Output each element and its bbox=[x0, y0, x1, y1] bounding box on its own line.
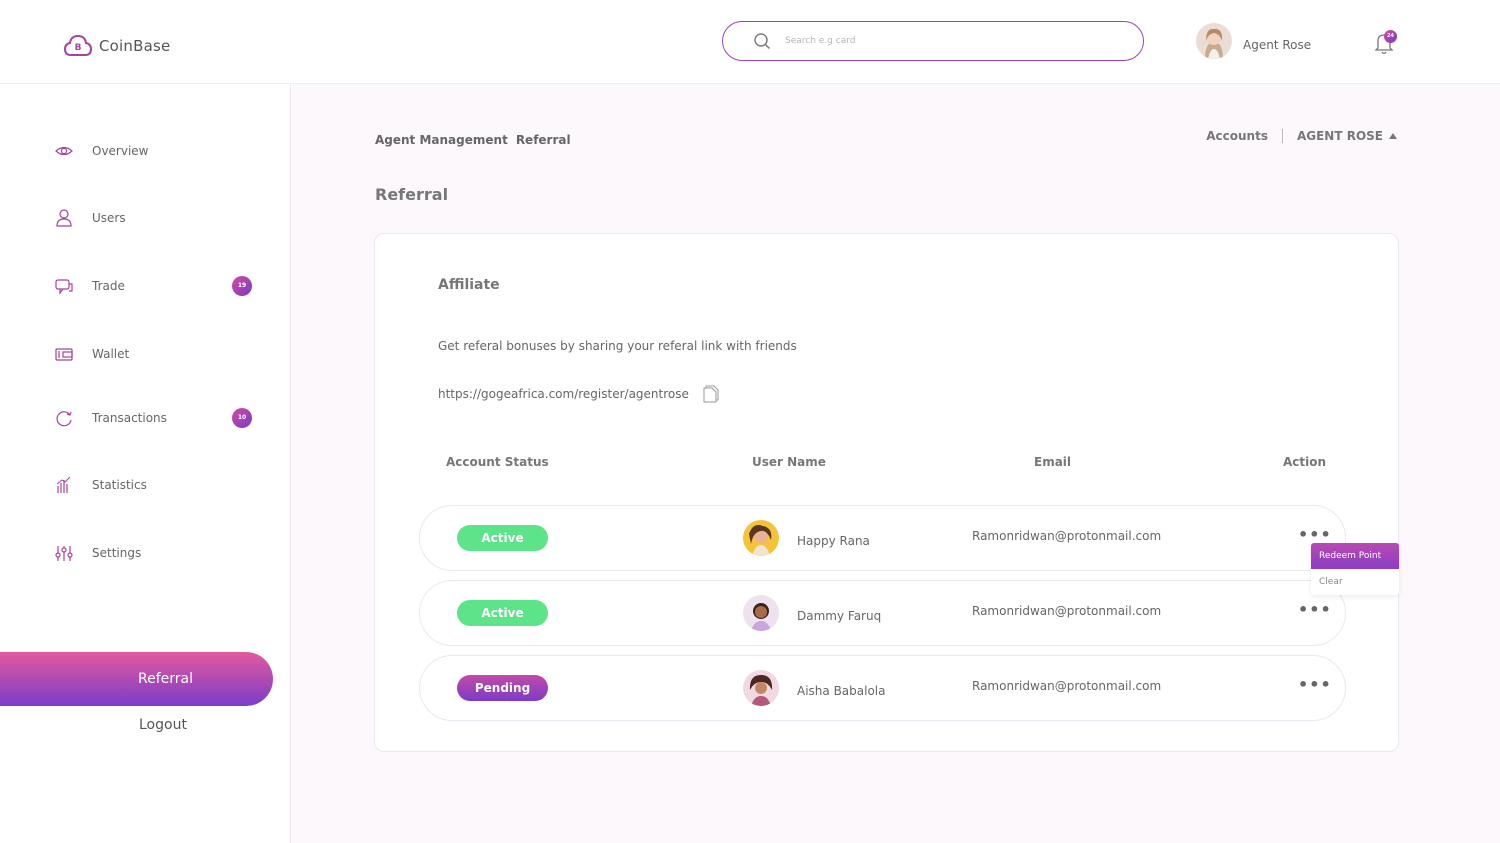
search-bar[interactable] bbox=[722, 21, 1144, 61]
user-name: Aisha Babalola bbox=[797, 684, 886, 698]
wallet-icon bbox=[55, 348, 73, 361]
breadcrumb-parent[interactable]: Agent Management bbox=[375, 133, 508, 147]
status-badge: Pending bbox=[457, 675, 548, 701]
sidebar-item-label: Statistics bbox=[92, 478, 147, 492]
svg-text:B: B bbox=[75, 43, 82, 53]
table-row: Active Dammy Faruq Ramonridwan@protonmai… bbox=[419, 580, 1346, 646]
profile-name: Agent Rose bbox=[1243, 38, 1312, 52]
notification-badge: 24 bbox=[1384, 30, 1397, 43]
table-row: Pending Aisha Babalola Ramonridwan@proto… bbox=[419, 655, 1346, 721]
user-profile[interactable]: Agent Rose bbox=[1196, 23, 1311, 59]
app-name: CoinBase bbox=[99, 37, 171, 55]
page-title: Referral bbox=[375, 185, 449, 204]
sidebar-item-settings[interactable]: Settings bbox=[54, 541, 254, 565]
sidebar-item-users[interactable]: Users bbox=[54, 206, 254, 230]
referral-link-row: https://gogeafrica.com/register/agentros… bbox=[438, 385, 719, 403]
sidebar-item-overview[interactable]: Overview bbox=[54, 139, 254, 163]
search-input[interactable] bbox=[785, 36, 1085, 46]
caret-up-icon[interactable] bbox=[1389, 133, 1397, 139]
main-content: Agent Management Referral Accounts AGENT… bbox=[292, 84, 1500, 843]
accounts-link[interactable]: Accounts bbox=[1206, 129, 1268, 143]
user-name: Dammy Faruq bbox=[797, 609, 882, 623]
column-header-username: User Name bbox=[752, 455, 826, 469]
redeem-point-menu-item[interactable]: Redeem Point bbox=[1311, 543, 1399, 569]
more-actions-icon[interactable]: ••• bbox=[1298, 525, 1332, 544]
sidebar-item-trade[interactable]: Trade 19 bbox=[54, 274, 254, 298]
sidebar-item-wallet[interactable]: Wallet bbox=[54, 342, 254, 366]
sidebar-item-label: Wallet bbox=[92, 347, 130, 361]
avatar bbox=[743, 595, 779, 631]
table-row: Active Happy Rana Ramonridwan@protonmail… bbox=[419, 505, 1346, 571]
sidebar-item-referral[interactable]: Referral bbox=[0, 652, 273, 706]
avatar bbox=[1196, 23, 1232, 59]
sidebar-item-label: Settings bbox=[92, 546, 142, 560]
clear-menu-item[interactable]: Clear bbox=[1311, 569, 1399, 595]
sidebar-item-label: Transactions bbox=[92, 411, 167, 425]
row-action-menu: Redeem Point Clear bbox=[1311, 543, 1399, 595]
breadcrumb: Agent Management Referral bbox=[375, 133, 571, 147]
status-badge: Active bbox=[457, 525, 548, 551]
divider bbox=[1281, 129, 1283, 143]
logout-button[interactable]: Logout bbox=[139, 717, 187, 733]
top-header: B CoinBase Agent Rose 24 bbox=[0, 0, 1500, 84]
bar-chart-icon bbox=[56, 476, 71, 493]
referral-link[interactable]: https://gogeafrica.com/register/agentros… bbox=[438, 387, 689, 401]
sidebar: Overview Users Trade 19 Wallet Transacti… bbox=[0, 84, 291, 843]
app-logo[interactable]: B CoinBase bbox=[63, 33, 170, 59]
coinbase-logo-icon: B bbox=[63, 34, 93, 56]
more-actions-icon[interactable]: ••• bbox=[1298, 675, 1332, 694]
avatar bbox=[743, 670, 779, 706]
account-switcher: Accounts AGENT ROSE bbox=[1206, 129, 1397, 143]
card-title: Affiliate bbox=[438, 277, 500, 293]
status-badge: Active bbox=[457, 600, 548, 626]
avatar bbox=[743, 520, 779, 556]
sidebar-item-statistics[interactable]: Statistics bbox=[54, 473, 254, 497]
copy-icon[interactable] bbox=[703, 385, 719, 403]
user-email: Ramonridwan@protonmail.com bbox=[972, 679, 1162, 693]
chat-icon bbox=[55, 279, 73, 295]
sidebar-item-transactions[interactable]: Transactions 10 bbox=[54, 406, 254, 430]
sidebar-item-label: Trade bbox=[92, 279, 125, 293]
transactions-badge: 10 bbox=[232, 408, 252, 428]
refresh-icon bbox=[56, 411, 72, 427]
card-description: Get referal bonuses by sharing your refe… bbox=[438, 339, 797, 353]
column-header-status: Account Status bbox=[446, 455, 549, 469]
user-icon bbox=[56, 209, 72, 227]
trade-badge: 19 bbox=[232, 276, 252, 296]
breadcrumb-current: Referral bbox=[515, 133, 571, 147]
affiliate-card: Affiliate Get referal bonuses by sharing… bbox=[374, 233, 1399, 752]
sidebar-item-label: Users bbox=[92, 211, 126, 225]
user-email: Ramonridwan@protonmail.com bbox=[972, 604, 1162, 618]
sidebar-item-label: Overview bbox=[92, 144, 149, 158]
user-email: Ramonridwan@protonmail.com bbox=[972, 529, 1162, 543]
column-header-action: Action bbox=[1283, 455, 1327, 469]
search-icon bbox=[754, 33, 770, 49]
column-header-email: Email bbox=[1034, 455, 1072, 469]
more-actions-icon[interactable]: ••• bbox=[1298, 600, 1332, 619]
agent-dropdown[interactable]: AGENT ROSE bbox=[1297, 129, 1383, 143]
sliders-icon bbox=[55, 546, 73, 561]
user-name: Happy Rana bbox=[797, 534, 870, 548]
eye-icon bbox=[55, 146, 73, 156]
